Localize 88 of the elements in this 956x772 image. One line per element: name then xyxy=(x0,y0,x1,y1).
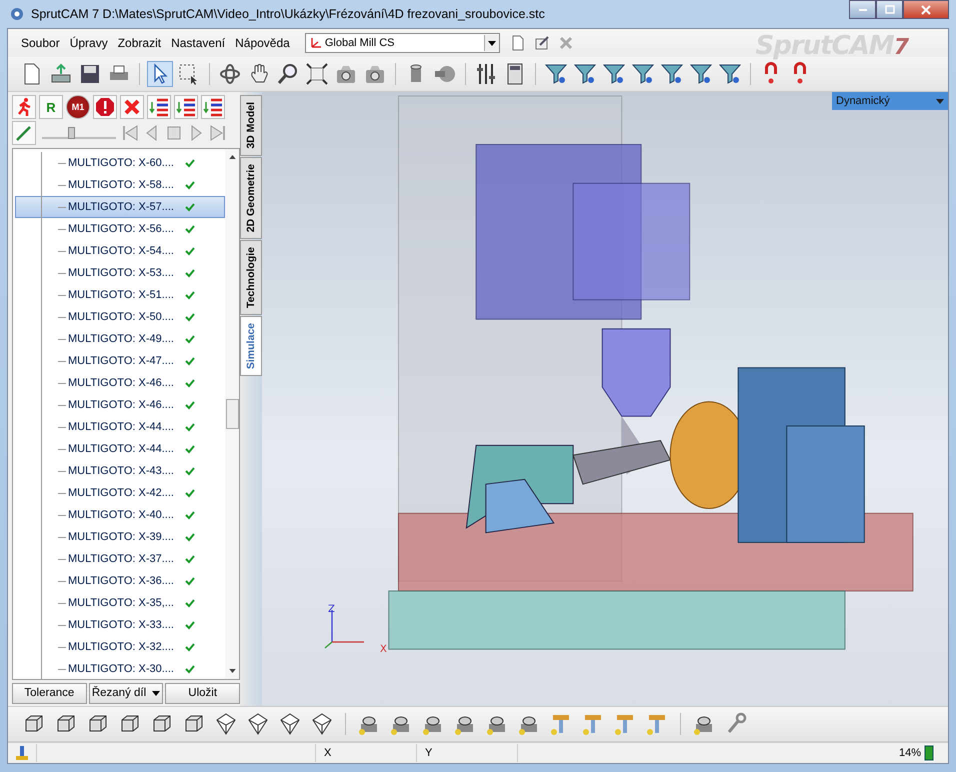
list-icon[interactable] xyxy=(174,95,198,119)
tree-row[interactable]: MULTIGOTO: X-32.... xyxy=(15,636,225,658)
maximize-button[interactable] xyxy=(876,0,903,19)
x-coordinate-label: X xyxy=(315,744,416,762)
zoom-fit-icon[interactable] xyxy=(305,62,329,86)
zoom-icon[interactable] xyxy=(276,62,300,86)
panel-button[interactable]: Uložit xyxy=(165,682,240,704)
filter-icon[interactable] xyxy=(573,62,597,86)
scrollbar-thumb[interactable] xyxy=(226,399,238,429)
wire-cube-icon[interactable] xyxy=(246,712,270,736)
app-icon xyxy=(9,6,25,22)
tree-row[interactable]: MULTIGOTO: X-37.... xyxy=(15,548,225,570)
tree-row[interactable]: MULTIGOTO: X-56.... xyxy=(15,218,225,240)
coordinate-system-dropdown[interactable]: Global Mill CS xyxy=(304,33,500,53)
selected-tree-row[interactable]: MULTIGOTO: X-57.... xyxy=(15,196,225,218)
memory-gauge-icon xyxy=(924,745,934,761)
filter-icon[interactable] xyxy=(631,62,655,86)
window-title: SprutCAM 7 D:\Mates\SprutCAM\Video_Intro\Ukázky\Frézování\4D frezovani_sroubovice.stc xyxy=(31,7,546,21)
tree-row[interactable]: MULTIGOTO: X-46.... xyxy=(15,372,225,394)
minimize-icon xyxy=(858,8,866,10)
close-button[interactable] xyxy=(903,0,949,19)
edit-icon[interactable] xyxy=(534,35,550,51)
tree-row[interactable]: MULTIGOTO: X-43.... xyxy=(15,460,225,482)
x-axis-label: X xyxy=(380,644,387,655)
tree-row[interactable]: MULTIGOTO: X-42.... xyxy=(15,482,225,504)
side-tab[interactable]: 2D Geometrie xyxy=(240,156,262,239)
list-icon[interactable] xyxy=(201,95,225,119)
pointer-icon[interactable] xyxy=(148,62,172,86)
tree-row[interactable]: MULTIGOTO: X-51.... xyxy=(15,284,225,306)
delete-icon[interactable] xyxy=(120,95,144,119)
filter-icon[interactable] xyxy=(689,62,713,86)
tree-row[interactable]: MULTIGOTO: X-47.... xyxy=(15,350,225,372)
tree-row[interactable]: MULTIGOTO: X-40.... xyxy=(15,504,225,526)
menu-item[interactable]: Soubor xyxy=(16,36,65,50)
m1-button[interactable]: M1 xyxy=(66,95,90,119)
wire-cube-icon[interactable] xyxy=(214,712,238,736)
tree-row[interactable]: MULTIGOTO: X-44.... xyxy=(15,416,225,438)
wire-cube-icon[interactable] xyxy=(310,712,334,736)
save-icon[interactable] xyxy=(78,62,102,86)
caret-icon xyxy=(488,40,496,46)
tree-row[interactable]: MULTIGOTO: X-44.... xyxy=(15,438,225,460)
tree-row[interactable]: MULTIGOTO: X-35,... xyxy=(15,592,225,614)
wire-cube-icon[interactable] xyxy=(278,712,302,736)
menu-item[interactable]: Zobrazit xyxy=(112,36,166,50)
caret-icon xyxy=(152,690,160,696)
tree-row[interactable]: MULTIGOTO: X-33.... xyxy=(15,614,225,636)
tree-row[interactable]: MULTIGOTO: X-58.... xyxy=(15,174,225,196)
new-file-icon[interactable] xyxy=(510,35,526,51)
tree-row[interactable]: MULTIGOTO: X-53.... xyxy=(15,262,225,284)
speed-slider[interactable] xyxy=(42,127,116,139)
filter-icon[interactable] xyxy=(660,62,684,86)
machine-status-icon xyxy=(14,745,30,761)
tree-row[interactable]: MULTIGOTO: X-54.... xyxy=(15,240,225,262)
pencil-icon[interactable] xyxy=(12,121,36,145)
filter-icon[interactable] xyxy=(602,62,626,86)
tree-row[interactable]: MULTIGOTO: X-36.... xyxy=(15,570,225,592)
tree-row[interactable]: MULTIGOTO: X-60.... xyxy=(15,152,225,174)
dropdown-button[interactable]: Řezaný díl xyxy=(88,682,164,704)
tree-row[interactable]: MULTIGOTO: X-39.... xyxy=(15,526,225,548)
scroll-down-icon[interactable] xyxy=(228,669,236,673)
tree-row[interactable]: MULTIGOTO: X-49.... xyxy=(15,328,225,350)
caret-icon xyxy=(936,98,944,104)
side-tab[interactable]: Simulace xyxy=(240,316,262,376)
maximize-icon xyxy=(884,4,894,14)
list-icon[interactable] xyxy=(147,95,171,119)
close-icon xyxy=(921,4,931,14)
r-button[interactable]: R xyxy=(39,95,63,119)
minimize-button[interactable] xyxy=(849,0,876,19)
tree-row[interactable]: MULTIGOTO: X-46.... xyxy=(15,394,225,416)
scroll-up-icon[interactable] xyxy=(228,155,236,159)
y-coordinate-label: Y xyxy=(416,744,517,762)
filter-icon[interactable] xyxy=(718,62,742,86)
menu-item[interactable]: Úpravy xyxy=(64,36,113,50)
axes-icon xyxy=(308,36,323,50)
levels-icon[interactable] xyxy=(474,62,498,86)
menu-item[interactable]: Nastavení xyxy=(166,36,230,50)
side-tab[interactable]: 3D Model xyxy=(240,95,262,156)
zoom-percentage: 14% xyxy=(898,747,921,759)
panel-button[interactable]: Tolerance xyxy=(12,682,87,704)
rotate-icon[interactable] xyxy=(218,62,242,86)
filter-icon[interactable] xyxy=(544,62,568,86)
stop-sign-icon[interactable] xyxy=(93,95,117,119)
tree-row[interactable]: MULTIGOTO: X-50.... xyxy=(15,306,225,328)
tree-row[interactable]: MULTIGOTO: X-30.... xyxy=(15,658,225,679)
menu-item[interactable]: Nápověda xyxy=(230,36,295,50)
view-mode-dropdown[interactable]: Dynamický xyxy=(832,92,948,110)
side-tab[interactable]: Technologie xyxy=(240,240,262,316)
running-figure-icon[interactable] xyxy=(12,95,36,119)
